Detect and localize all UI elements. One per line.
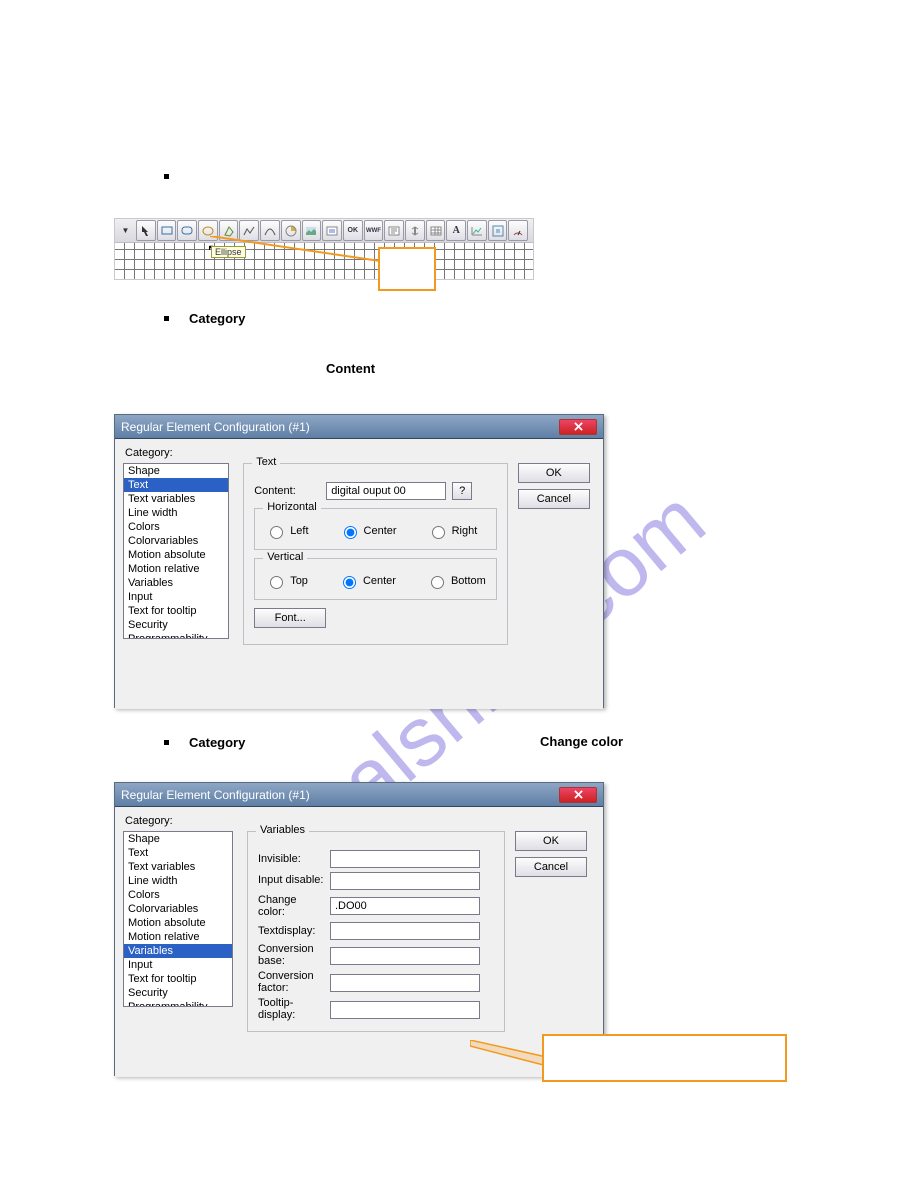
radio-bottom[interactable]: Bottom [426, 573, 486, 589]
groupbox-legend: Variables [256, 824, 309, 836]
toolbar-dropdown-icon[interactable]: ▼ [119, 226, 132, 235]
dialog-2-titlebar: Regular Element Configuration (#1) [115, 783, 603, 807]
toolbar-btn-activex[interactable] [488, 220, 508, 241]
list-item[interactable]: Text [124, 846, 232, 860]
bullet-icon [164, 174, 169, 179]
toolbar-btn-text[interactable]: A [446, 220, 466, 241]
list-item[interactable]: Programmability [124, 1000, 232, 1007]
bullet-category-1: Category [164, 311, 245, 326]
label-conv-base: Conversion base: [258, 944, 330, 967]
bullet-category-2: Category [164, 735, 245, 750]
radio-center-v[interactable]: Center [338, 573, 396, 589]
dialog-2-category-list[interactable]: Shape Text Text variables Line width Col… [123, 831, 233, 1007]
label-content: Content: [254, 485, 326, 497]
dialog-1-horizontal-group: Horizontal Left Center Right [254, 508, 497, 550]
callout-box-2 [542, 1034, 787, 1082]
label-tooltip-display: Tooltip-display: [258, 998, 330, 1021]
dialog-2-variables-group: Variables Invisible: Input disable: Chan… [247, 831, 505, 1032]
list-item[interactable]: Shape [124, 832, 232, 846]
list-item[interactable]: Variables [124, 944, 232, 958]
callout-box-1 [378, 247, 436, 291]
toolbar-btn-rect[interactable] [157, 220, 177, 241]
list-item[interactable]: Line width [124, 506, 228, 520]
label-invisible: Invisible: [258, 853, 330, 865]
list-item[interactable]: Text variables [124, 860, 232, 874]
list-item[interactable]: Security [124, 618, 228, 632]
label-conv-factor: Conversion factor: [258, 971, 330, 994]
list-item[interactable]: Text for tooltip [124, 972, 232, 986]
list-item[interactable]: Shape [124, 464, 228, 478]
dialog-1-category-label: Category: [125, 447, 595, 459]
list-item[interactable]: Colorvariables [124, 534, 228, 548]
list-item[interactable]: Colors [124, 520, 228, 534]
list-item[interactable]: Text variables [124, 492, 228, 506]
toolbar-btn-meter[interactable] [508, 220, 528, 241]
dialog-1-titlebar: Regular Element Configuration (#1) [115, 415, 603, 439]
dialog-2-close-button[interactable] [559, 787, 597, 803]
radio-center[interactable]: Center [339, 523, 397, 539]
list-item[interactable]: Input [124, 958, 232, 972]
bullet-icon [164, 316, 169, 321]
bullet-icon [164, 740, 169, 745]
input-disable-input[interactable] [330, 872, 480, 890]
list-item[interactable]: Colorvariables [124, 902, 232, 916]
label-textdisplay: Textdisplay: [258, 925, 330, 937]
list-item[interactable]: Motion absolute [124, 548, 228, 562]
toolbar-btn-scroll[interactable] [405, 220, 425, 241]
font-button[interactable]: Font... [254, 608, 326, 628]
label-change-color: Change color: [258, 894, 330, 918]
invisible-input[interactable] [330, 850, 480, 868]
list-item[interactable]: Line width [124, 874, 232, 888]
list-item[interactable]: Programmability [124, 632, 228, 639]
list-item[interactable]: Motion relative [124, 930, 232, 944]
label-input-disable: Input disable: [258, 875, 330, 887]
textdisplay-input[interactable] [330, 922, 480, 940]
list-item[interactable]: Text [124, 478, 228, 492]
label-category-2: Category [189, 735, 245, 750]
list-item[interactable]: Security [124, 986, 232, 1000]
list-item[interactable]: Variables [124, 576, 228, 590]
tooltip-display-input[interactable] [330, 1001, 480, 1019]
toolbar-btn-arrow[interactable] [136, 220, 156, 241]
conv-factor-input[interactable] [330, 974, 480, 992]
ok-button[interactable]: OK [518, 463, 590, 483]
change-color-input[interactable] [330, 897, 480, 915]
radio-left[interactable]: Left [265, 523, 308, 539]
conv-base-input[interactable] [330, 947, 480, 965]
dialog-1-title: Regular Element Configuration (#1) [121, 420, 310, 434]
toolbar-btn-roundrect[interactable] [177, 220, 197, 241]
cancel-button[interactable]: Cancel [515, 857, 587, 877]
bullet-small-1 [164, 174, 189, 179]
groupbox-legend: Text [252, 456, 280, 468]
label-category-1: Category [189, 311, 245, 326]
radio-top[interactable]: Top [265, 573, 308, 589]
list-item[interactable]: Motion absolute [124, 916, 232, 930]
cancel-button[interactable]: Cancel [518, 489, 590, 509]
dialog-2: Regular Element Configuration (#1) Categ… [114, 782, 604, 1076]
content-input[interactable] [326, 482, 446, 500]
dialog-1: Regular Element Configuration (#1) Categ… [114, 414, 604, 708]
ok-button[interactable]: OK [515, 831, 587, 851]
dialog-1-close-button[interactable] [559, 419, 597, 435]
label-content: Content [326, 360, 375, 378]
groupbox-legend: Horizontal [263, 501, 321, 513]
question-button[interactable]: ? [452, 482, 472, 500]
toolbar-btn-table[interactable] [426, 220, 446, 241]
groupbox-legend: Vertical [263, 551, 307, 563]
label-change-color: Change color [540, 733, 623, 751]
callout-line-1 [210, 236, 385, 266]
list-item[interactable]: Input [124, 590, 228, 604]
list-item[interactable]: Text for tooltip [124, 604, 228, 618]
dialog-1-text-group: Text Content: ? Horizontal Left Center R… [243, 463, 508, 645]
dialog-2-title: Regular Element Configuration (#1) [121, 788, 310, 802]
dialog-1-category-list[interactable]: Shape Text Text variables Line width Col… [123, 463, 229, 639]
list-item[interactable]: Colors [124, 888, 232, 902]
radio-right[interactable]: Right [427, 523, 478, 539]
dialog-1-vertical-group: Vertical Top Center Bottom [254, 558, 497, 600]
dialog-2-category-label: Category: [125, 815, 595, 827]
toolbar-btn-trend[interactable] [467, 220, 487, 241]
list-item[interactable]: Motion relative [124, 562, 228, 576]
toolbar-btn-edit[interactable] [384, 220, 404, 241]
